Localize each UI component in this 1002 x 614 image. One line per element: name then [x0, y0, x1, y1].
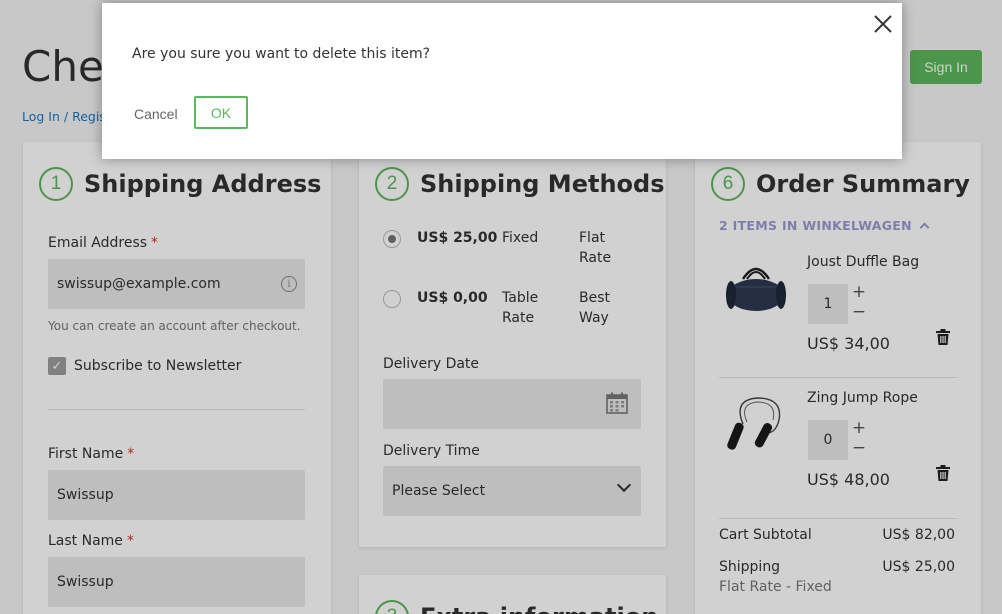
- cancel-button[interactable]: Cancel: [132, 96, 180, 132]
- checkout-page: Checkout Log In / Register Sign In 1 Shi…: [0, 0, 1002, 614]
- ok-button[interactable]: OK: [194, 96, 248, 129]
- close-icon[interactable]: [872, 13, 894, 35]
- modal-message: Are you sure you want to delete this ite…: [132, 46, 431, 62]
- delete-confirm-modal: Are you sure you want to delete this ite…: [102, 3, 902, 159]
